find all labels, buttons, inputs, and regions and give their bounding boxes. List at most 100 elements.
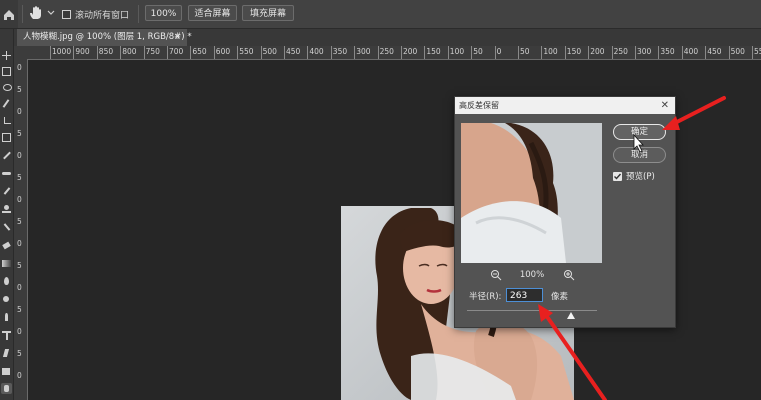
ruler-tick [167, 46, 168, 59]
healing-brush-tool-icon[interactable] [2, 169, 11, 178]
filter-preview[interactable] [461, 123, 602, 263]
radius-input[interactable]: 263 [506, 288, 543, 302]
pen-tool-icon[interactable] [2, 313, 11, 322]
ruler-label: 150 [426, 47, 441, 56]
ruler-label: 350 [332, 47, 348, 56]
zoom-out-icon[interactable] [490, 269, 502, 281]
ruler-label: 0 [17, 239, 22, 248]
ruler-tick [190, 46, 192, 59]
ruler-label: 1000 [52, 47, 72, 56]
ruler-label: 250 [379, 47, 394, 56]
gradient-tool-icon[interactable] [2, 259, 11, 268]
marquee-tool-icon[interactable] [2, 67, 11, 76]
ruler-label: 450 [286, 47, 301, 56]
ruler-tick [284, 46, 285, 59]
separator [138, 5, 139, 23]
ruler-tick [260, 46, 262, 59]
ruler-label: 850 [98, 47, 114, 56]
preview-checkbox[interactable] [613, 171, 622, 181]
scroll-all-checkbox[interactable] [62, 9, 71, 19]
ruler-tick [120, 46, 122, 59]
ruler-label: 5 [17, 305, 22, 314]
hand-tool-button[interactable] [28, 5, 44, 21]
dodge-tool-icon[interactable] [2, 295, 11, 304]
path-select-tool-icon[interactable] [2, 349, 11, 358]
chevron-down-icon[interactable] [46, 7, 56, 19]
dialog-titlebar[interactable]: 高反差保留 ✕ [455, 97, 675, 114]
quick-select-tool-icon[interactable] [2, 99, 11, 108]
ruler-label: 650 [192, 47, 207, 56]
brush-tool-icon[interactable] [2, 187, 11, 196]
zoom-100-button[interactable]: 100% [145, 5, 182, 21]
options-bar: 滚动所有窗口 100% 适合屏幕 填充屏幕 [0, 0, 761, 29]
frame-tool-icon[interactable] [2, 133, 11, 142]
radius-slider-thumb[interactable] [567, 312, 575, 319]
high-pass-dialog: 高反差保留 ✕ 100% 半径(R): 263 像素 确定 取消 预览(P) [454, 96, 676, 328]
ok-button[interactable]: 确定 [613, 124, 666, 140]
ruler-label: 5 [17, 349, 22, 358]
preview-image [461, 123, 602, 263]
ruler-tick [494, 46, 496, 59]
radius-label: 半径(R): [469, 292, 502, 302]
home-button[interactable] [0, 0, 18, 28]
ruler-tick [705, 46, 707, 59]
ruler-label: 800 [122, 47, 137, 56]
history-brush-tool-icon[interactable] [2, 223, 11, 232]
clone-stamp-tool-icon[interactable] [2, 205, 11, 214]
ruler-tick [50, 46, 51, 59]
radius-slider[interactable] [467, 310, 597, 311]
close-icon[interactable]: × [174, 29, 181, 46]
eraser-tool-icon[interactable] [2, 241, 11, 250]
type-tool-icon[interactable] [2, 331, 11, 340]
ruler-label: 400 [683, 47, 699, 56]
ruler-tick [237, 46, 239, 59]
ruler-label: 550 [239, 47, 254, 56]
ruler-label: 550 [754, 47, 761, 56]
ruler-label: 5 [17, 217, 22, 226]
crop-tool-icon[interactable] [2, 117, 11, 126]
ruler-label: 0 [17, 107, 22, 116]
preview-toggle[interactable]: 预览(P) [613, 170, 655, 182]
vertical-ruler[interactable]: 0 5 0 5 0 5 0 5 0 5 0 5 0 5 0 [14, 59, 28, 400]
ruler-label: 0 [17, 371, 22, 380]
lasso-tool-icon[interactable] [2, 83, 12, 92]
home-icon [4, 10, 14, 20]
blur-tool-icon[interactable] [2, 277, 11, 286]
ruler-label: 0 [17, 195, 22, 204]
close-icon[interactable]: ✕ [661, 97, 669, 114]
ruler-label: 750 [145, 47, 160, 56]
separator [22, 5, 23, 23]
horizontal-ruler[interactable]: 1000 900 850 800 750 700 650 600 550 500 450 400 350… [14, 46, 761, 60]
ruler-tick [307, 46, 309, 59]
hand-tool-icon[interactable] [1, 383, 12, 394]
shape-tool-icon[interactable] [2, 367, 11, 376]
ruler-label: 100 [543, 47, 558, 56]
preview-label: 预览(P) [626, 172, 655, 182]
ruler-label: 100 [449, 47, 465, 56]
zoom-in-icon[interactable] [563, 269, 575, 281]
ruler-label: 0 [17, 327, 22, 336]
ruler-tick [541, 46, 543, 59]
ruler-label: 300 [356, 47, 371, 56]
ruler-tick [447, 46, 449, 59]
move-tool-icon[interactable] [2, 51, 11, 60]
ruler-tick [424, 46, 426, 59]
hand-icon [30, 6, 41, 19]
ruler-tick [471, 46, 473, 59]
ruler-label: 150 [566, 47, 582, 56]
ruler-tick [635, 46, 636, 59]
fit-screen-button[interactable]: 适合屏幕 [188, 5, 237, 21]
ruler-tick [73, 46, 75, 59]
ruler-label: 0 [17, 151, 22, 160]
ruler-tick [401, 46, 402, 59]
ruler-tick [330, 46, 332, 59]
scroll-all-windows-option[interactable]: 滚动所有窗口 [62, 7, 129, 21]
tools-panel [0, 29, 14, 400]
eyedropper-tool-icon[interactable] [2, 151, 11, 160]
ruler-tick [213, 46, 215, 59]
document-tab[interactable]: 人物模糊.jpg @ 100% (图层 1, RGB/8#) * × [17, 29, 192, 46]
fill-screen-button[interactable]: 填充屏幕 [242, 5, 294, 21]
radius-unit-label: 像素 [551, 292, 569, 302]
cancel-button[interactable]: 取消 [613, 147, 666, 163]
ruler-label: 600 [215, 47, 231, 56]
